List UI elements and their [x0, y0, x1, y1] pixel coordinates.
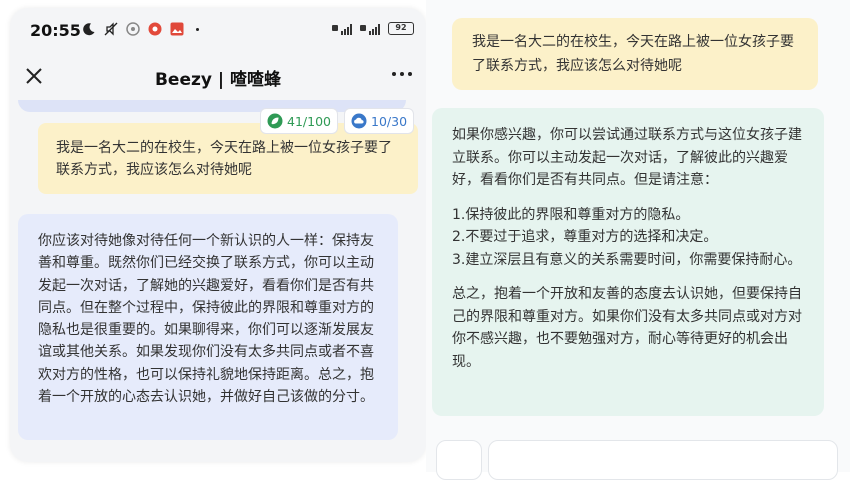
quota-green-label: 41/100 [287, 113, 331, 129]
status-icons [82, 22, 199, 36]
more-options-button[interactable] [392, 72, 412, 76]
assistant-answer-bubble-right: 如果你感兴趣，你可以尝试通过联系方式与这位女孩子建立联系。你可以主动发起一次对话… [432, 108, 824, 416]
assistant-answer-bubble: 你应该对待她像对待任何一个新认识的人一样：保持友善和尊重。既然你们已经交换了联系… [18, 214, 398, 440]
answer-point: 1.保持彼此的界限和尊重对方的隐私。 [452, 206, 690, 223]
answer-intro: 如果你感兴趣，你可以尝试通过联系方式与这位女孩子建立联系。你可以主动发起一次对话… [452, 127, 802, 188]
answer-point: 2.不要过于追求，尊重对方的选择和决定。 [452, 229, 718, 245]
message-input[interactable] [488, 440, 838, 480]
quota-badge-blue[interactable]: 10/30 [344, 108, 415, 134]
nav-bar: Beezy | 喳喳蜂 [10, 52, 426, 100]
battery-indicator: 92 [388, 22, 414, 35]
comparison-panel: 我是一名大二的在校生，今天在路上被一位女孩子要了联系方式，我应该怎么对待她呢 如… [426, 0, 850, 480]
answer-point: 3.建立深层且有意义的关系需要时间，你需要保持耐心。 [452, 251, 802, 268]
moon-icon [83, 23, 95, 36]
answer-points-list: 1.保持彼此的界限和尊重对方的隐私。 2.不要过于追求，尊重对方的选择和决定。 … [452, 204, 804, 272]
quota-badge-green[interactable]: 41/100 [260, 108, 338, 134]
silent-icon [104, 22, 118, 36]
status-right: 92 [332, 22, 414, 35]
more-dot [392, 72, 396, 76]
app-circle-icon [126, 22, 140, 36]
status-bar: 20:55 92 [10, 8, 426, 52]
page-title: Beezy | 喳喳蜂 [154, 70, 282, 90]
more-dot [408, 72, 412, 76]
input-tool-button[interactable] [436, 440, 482, 480]
more-dot [400, 72, 404, 76]
cloud-icon [351, 113, 367, 129]
status-more-dot [196, 27, 199, 31]
phone-screen: 20:55 92 Beezy | 喳喳蜂 我是一名大二的在校生，今天在路上被一位… [10, 8, 426, 462]
signal-icon [360, 23, 380, 35]
status-time: 20:55 [30, 21, 81, 40]
app-red-icon [148, 22, 162, 36]
signal-icon [332, 23, 352, 35]
leaf-icon [267, 113, 283, 129]
user-question-bubble-right: 我是一名大二的在校生，今天在路上被一位女孩子要了联系方式，我应该怎么对待她呢 [452, 18, 818, 90]
app-gallery-icon [170, 22, 184, 36]
quota-blue-label: 10/30 [371, 113, 408, 129]
answer-outro: 总之，抱着一个开放和友善的态度去认识她，但要保持自己的界限和尊重对方。如果你们没… [452, 286, 802, 370]
